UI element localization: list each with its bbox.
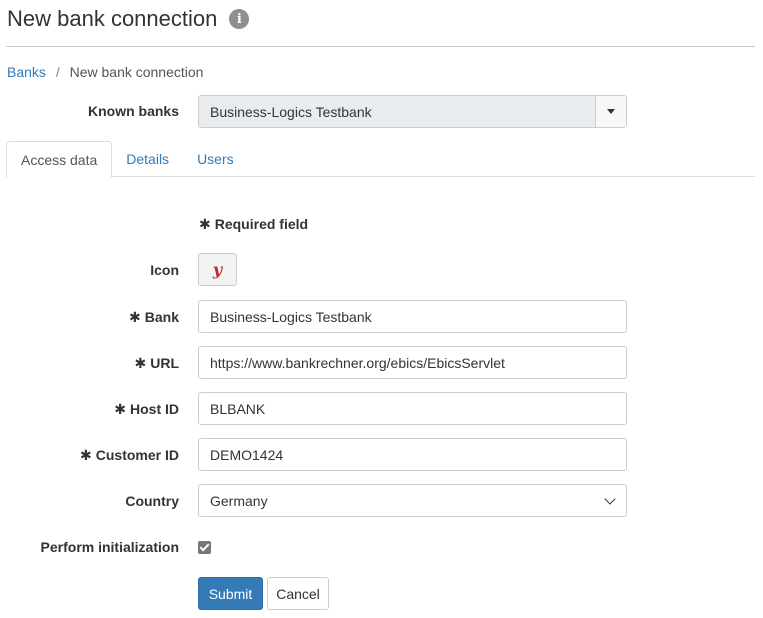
breadcrumb-separator: / [55,64,60,80]
tab-users[interactable]: Users [183,141,248,177]
cancel-button[interactable]: Cancel [267,577,329,610]
tab-bar: Access data Details Users [6,141,755,178]
url-input[interactable] [198,346,627,379]
required-star-icon: ✱ [129,309,141,325]
required-star-icon: ✱ [114,401,126,417]
host-id-label: ✱ Host ID [114,401,179,418]
country-value: Germany [210,492,268,509]
perform-init-label: Perform initialization [40,539,179,555]
perform-init-checkbox[interactable] [198,541,211,554]
required-field-note: ✱ Required field [199,216,308,233]
country-label: Country [125,493,179,509]
bank-label-text: Bank [144,309,179,325]
host-id-input[interactable] [198,392,627,425]
chevron-down-icon [604,492,616,505]
caret-down-icon [607,109,615,114]
page-header: New bank connection i [7,6,250,32]
breadcrumb: Banks / New bank connection [7,64,203,80]
known-banks-dropdown-button[interactable] [595,96,626,127]
customer-id-label: ✱ Customer ID [80,447,179,464]
url-label: ✱ URL [134,355,179,372]
icon-label: Icon [150,262,179,278]
host-id-label-text: Host ID [130,401,179,417]
country-select[interactable]: Germany [198,484,627,517]
info-icon[interactable]: i [229,9,250,29]
breadcrumb-banks-link[interactable]: Banks [7,64,46,80]
customer-id-label-text: Customer ID [95,447,179,463]
required-note-text: Required field [214,216,309,232]
icon-picker-button[interactable]: y [198,253,237,286]
page-title: New bank connection [7,6,218,31]
known-banks-select[interactable]: Business-Logics Testbank [198,95,627,128]
customer-id-input[interactable] [198,438,627,471]
required-star-icon: ✱ [199,216,211,232]
title-divider [6,46,755,47]
bank-input[interactable] [198,300,627,333]
bank-logo-icon: y [212,260,223,279]
required-star-icon: ✱ [80,447,92,463]
known-banks-value: Business-Logics Testbank [210,103,372,120]
tab-details[interactable]: Details [112,141,183,177]
submit-button[interactable]: Submit [198,577,263,610]
breadcrumb-current: New bank connection [69,64,204,80]
url-label-text: URL [150,355,179,371]
known-banks-label: Known banks [87,103,179,119]
required-star-icon: ✱ [134,355,147,371]
bank-label: ✱ Bank [129,309,179,326]
tab-access-data[interactable]: Access data [6,141,113,178]
